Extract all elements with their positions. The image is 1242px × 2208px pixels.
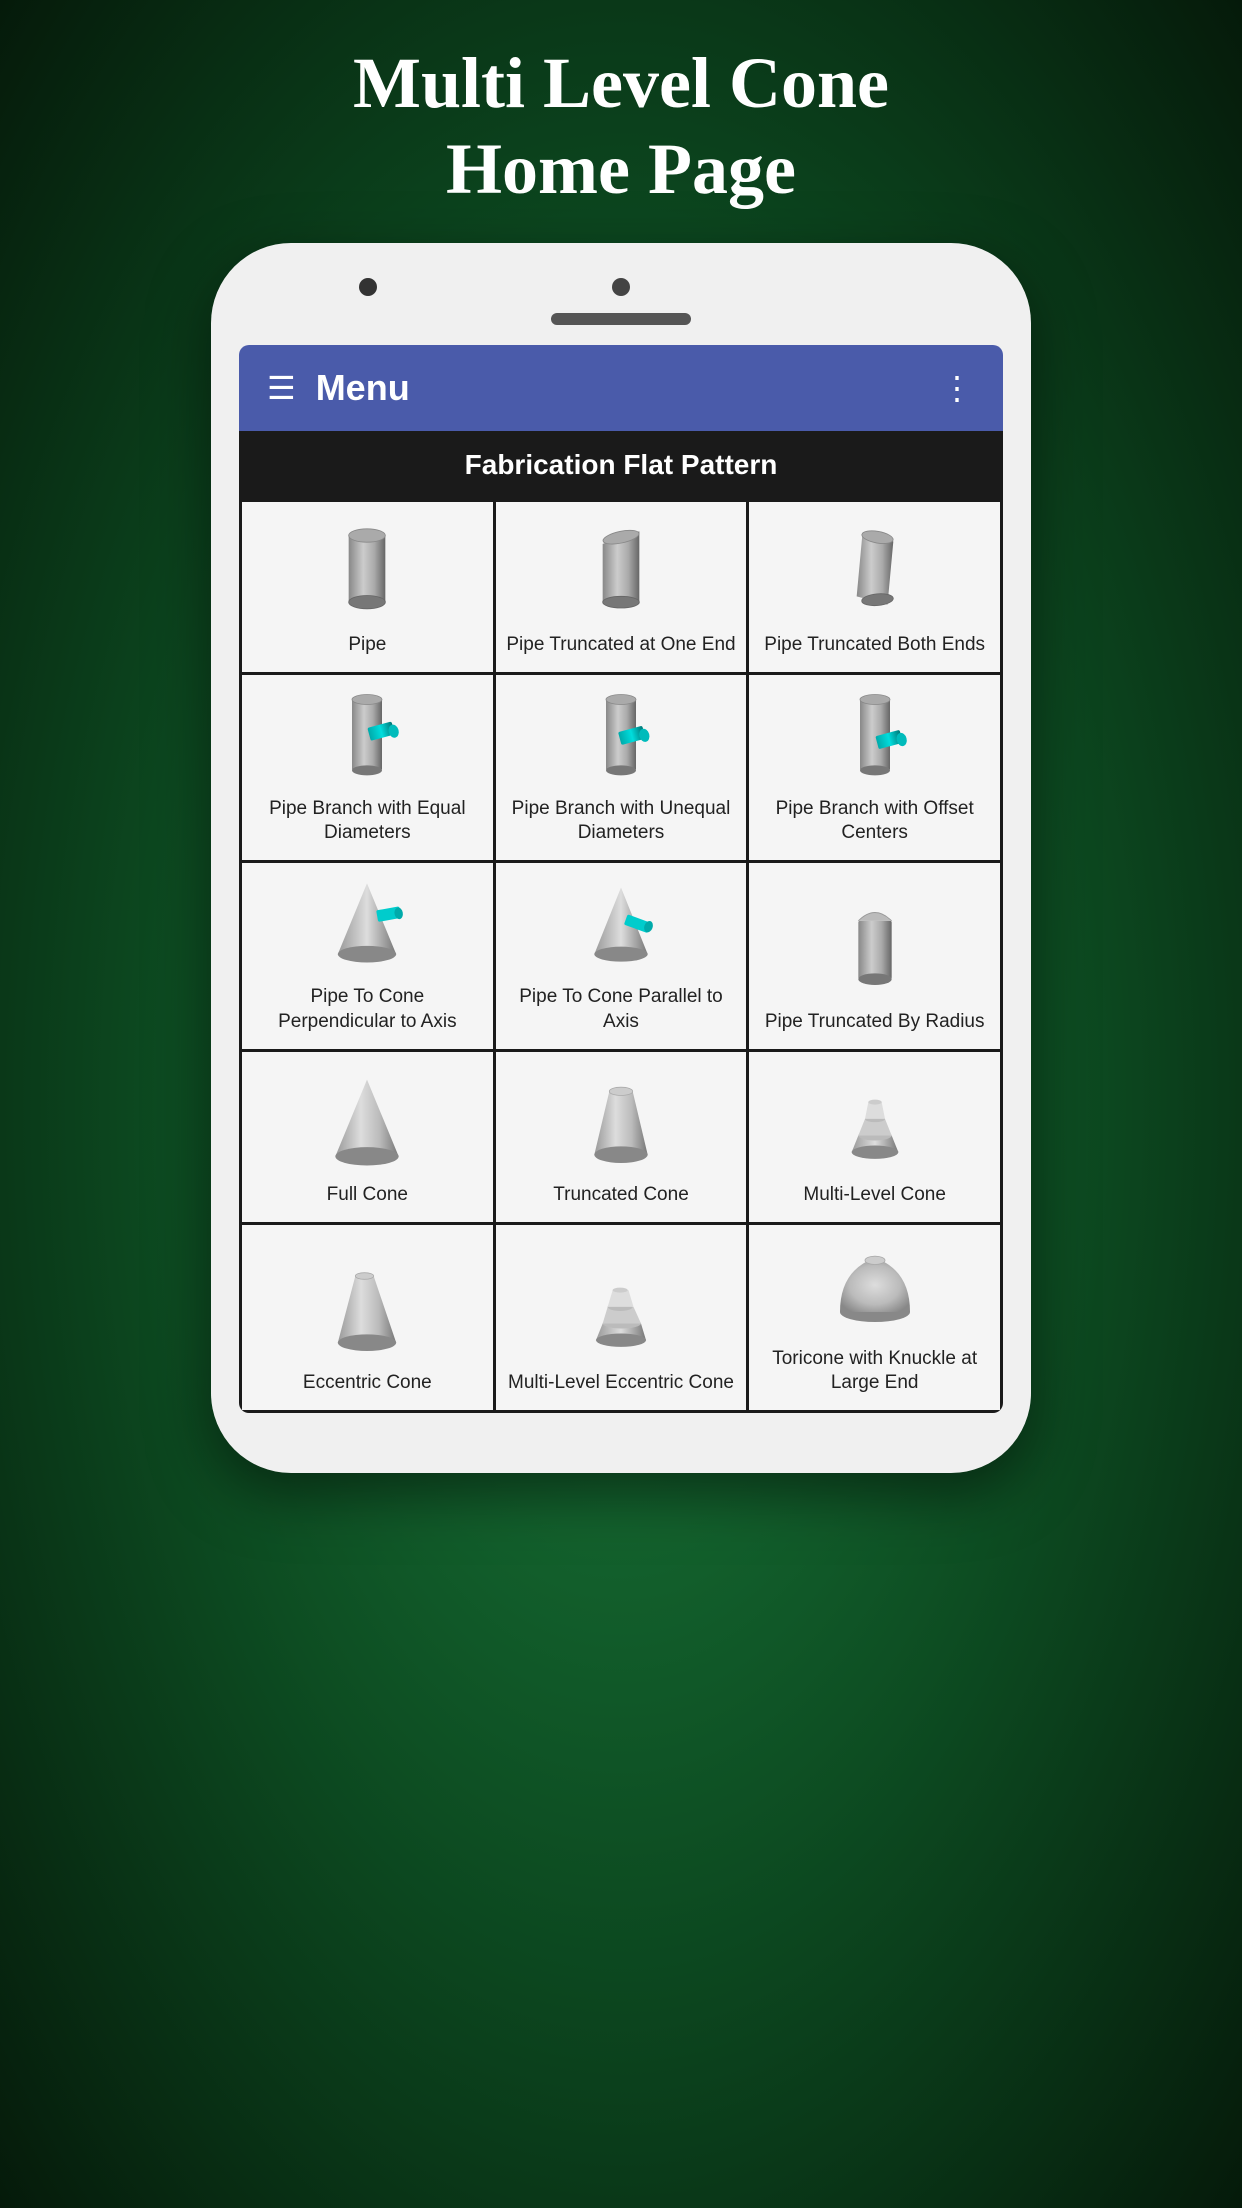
pipe-to-cone-perp-icon (317, 875, 417, 975)
full-cone-label: Full Cone (327, 1183, 408, 1208)
pipe-branch-equal-label: Pipe Branch with Equal Diameters (250, 797, 485, 846)
grid-item-pipe-branch-offset[interactable]: Pipe Branch with Offset Centers (749, 675, 1000, 860)
grid-item-pipe-branch-unequal[interactable]: Pipe Branch with Unequal Diameters (496, 675, 747, 860)
eccentric-cone-label: Eccentric Cone (303, 1371, 432, 1396)
app-header: ☰ Menu ⋮ (239, 345, 1003, 431)
pipe-branch-offset-icon (825, 687, 925, 787)
pipe-truncated-one-end-label: Pipe Truncated at One End (506, 633, 735, 658)
pipe-truncated-radius-icon (825, 900, 925, 1000)
grid-item-eccentric-cone[interactable]: Eccentric Cone (242, 1225, 493, 1410)
pipe-truncated-one-end-icon (571, 523, 671, 623)
phone-top (239, 273, 1003, 345)
phone-speaker (551, 313, 691, 325)
grid-item-pipe-truncated-radius[interactable]: Pipe Truncated By Radius (749, 863, 1000, 1048)
pipe-to-cone-parallel-label: Pipe To Cone Parallel to Axis (504, 985, 739, 1034)
multi-level-cone-icon (825, 1073, 925, 1173)
pipe-icon (317, 523, 417, 623)
toricone-label: Toricone with Knuckle at Large End (757, 1347, 992, 1396)
multi-level-eccentric-label: Multi-Level Eccentric Cone (508, 1371, 734, 1396)
pipe-to-cone-perp-label: Pipe To Cone Perpendicular to Axis (250, 985, 485, 1034)
pipe-to-cone-parallel-icon (571, 875, 671, 975)
grid-item-pipe-to-cone-parallel[interactable]: Pipe To Cone Parallel to Axis (496, 863, 747, 1048)
phone-frame: ☰ Menu ⋮ Fabrication Flat Pattern Pipe (211, 243, 1031, 1473)
grid-item-pipe-truncated-both-ends[interactable]: Pipe Truncated Both Ends (749, 502, 1000, 672)
app-screen: ☰ Menu ⋮ Fabrication Flat Pattern Pipe (239, 345, 1003, 1413)
menu-label: Menu (316, 367, 410, 409)
grid-item-pipe-branch-equal[interactable]: Pipe Branch with Equal Diameters (242, 675, 493, 860)
phone-camera (612, 278, 630, 296)
truncated-cone-icon (571, 1073, 671, 1173)
multi-level-eccentric-icon (571, 1261, 671, 1361)
page-title: Multi Level Cone Home Page (273, 0, 969, 243)
grid-item-toricone[interactable]: Toricone with Knuckle at Large End (749, 1225, 1000, 1410)
pipe-truncated-both-ends-label: Pipe Truncated Both Ends (764, 633, 985, 658)
grid-item-multi-level-eccentric[interactable]: Multi-Level Eccentric Cone (496, 1225, 747, 1410)
pipe-label: Pipe (348, 633, 386, 658)
grid-item-pipe-to-cone-perp[interactable]: Pipe To Cone Perpendicular to Axis (242, 863, 493, 1048)
eccentric-cone-icon (317, 1261, 417, 1361)
items-grid: Pipe Pipe Truncated at One End Pipe Trun… (239, 499, 1003, 1413)
pipe-branch-unequal-icon (571, 687, 671, 787)
section-header: Fabrication Flat Pattern (239, 431, 1003, 499)
pipe-branch-unequal-label: Pipe Branch with Unequal Diameters (504, 797, 739, 846)
pipe-branch-equal-icon (317, 687, 417, 787)
hamburger-icon[interactable]: ☰ (267, 372, 296, 404)
more-options-icon[interactable]: ⋮ (941, 369, 975, 407)
pipe-truncated-radius-label: Pipe Truncated By Radius (765, 1010, 985, 1035)
header-left: ☰ Menu (267, 367, 410, 409)
pipe-truncated-both-ends-icon (825, 523, 925, 623)
grid-item-pipe[interactable]: Pipe (242, 502, 493, 672)
grid-item-truncated-cone[interactable]: Truncated Cone (496, 1052, 747, 1222)
multi-level-cone-label: Multi-Level Cone (803, 1183, 946, 1208)
truncated-cone-label: Truncated Cone (553, 1183, 689, 1208)
phone-sensor (359, 278, 377, 296)
section-title: Fabrication Flat Pattern (465, 449, 778, 480)
grid-item-full-cone[interactable]: Full Cone (242, 1052, 493, 1222)
full-cone-icon (317, 1073, 417, 1173)
pipe-branch-offset-label: Pipe Branch with Offset Centers (757, 797, 992, 846)
toricone-icon (825, 1237, 925, 1337)
grid-item-pipe-truncated-one-end[interactable]: Pipe Truncated at One End (496, 502, 747, 672)
grid-item-multi-level-cone[interactable]: Multi-Level Cone (749, 1052, 1000, 1222)
